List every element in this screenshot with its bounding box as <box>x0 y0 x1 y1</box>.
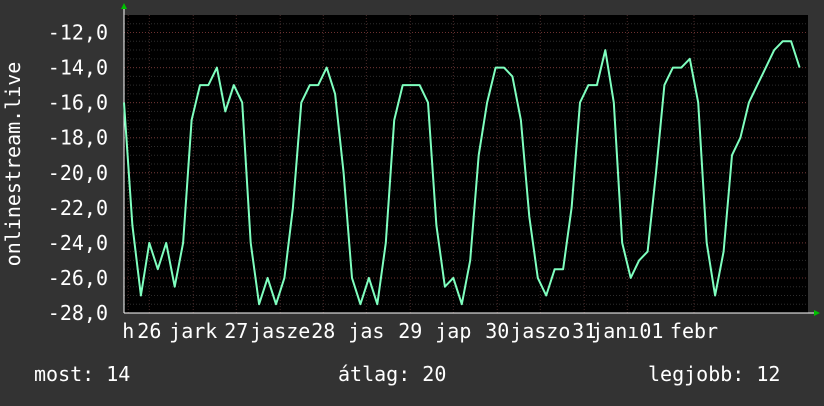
x-tick-label: jark <box>169 319 217 343</box>
x-tick-label: jasze <box>250 319 310 343</box>
y-tick-label: -28,0 <box>48 301 108 325</box>
y-tick-label: -16,0 <box>48 91 108 115</box>
stat-average: átlag: 20 <box>338 362 447 386</box>
y-axis-label: onlinestream.live <box>1 62 25 267</box>
y-tick-label: -22,0 <box>48 196 108 220</box>
stat-current: most: 14 <box>34 362 131 386</box>
temperature-chart: -12,0 -14,0 -16,0 -18,0 -20,0 -22,0 -24,0 -26,0… <box>0 0 824 402</box>
x-axis-arrow-icon <box>814 310 820 316</box>
y-tick-label: -26,0 <box>48 266 108 290</box>
x-tick-label: jap <box>435 319 471 343</box>
x-tick-label: h <box>122 319 134 343</box>
y-tick-label: -14,0 <box>48 56 108 80</box>
x-tick-label: 26 <box>137 319 161 343</box>
x-tick-label: jaszo <box>510 319 570 343</box>
y-axis-arrow-icon <box>121 3 127 9</box>
y-tick-label: -24,0 <box>48 231 108 255</box>
x-tick-label: 27 <box>224 319 248 343</box>
x-tick-label: 29 <box>398 319 422 343</box>
x-tick-label: febr <box>670 319 718 343</box>
x-tick-label: 28 <box>311 319 335 343</box>
y-tick-label: -12,0 <box>48 21 108 45</box>
chart-svg: -12,0 -14,0 -16,0 -18,0 -20,0 -22,0 -24,0 -26,0… <box>1 3 820 343</box>
x-tick-label: 30 <box>485 319 509 343</box>
y-tick-label: -18,0 <box>48 126 108 150</box>
x-tick-label: jas <box>348 319 384 343</box>
x-tick-label: janı01 <box>591 319 663 343</box>
stat-best: legjobb: 12 <box>648 362 781 386</box>
y-tick-label: -20,0 <box>48 161 108 185</box>
